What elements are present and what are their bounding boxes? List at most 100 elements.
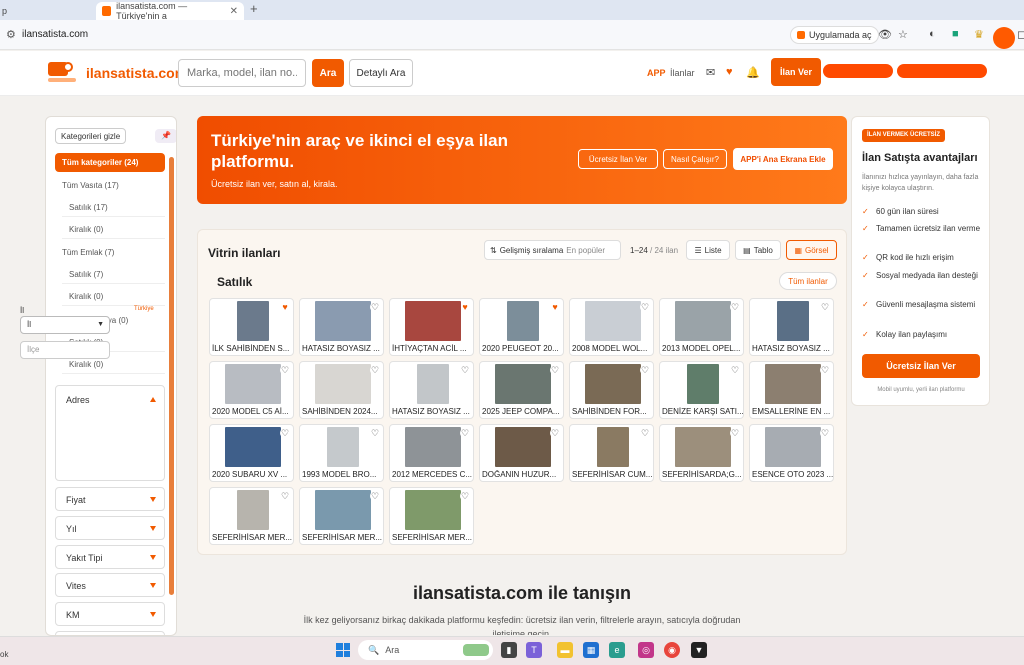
chrome-icon[interactable]: ◉ xyxy=(664,642,680,658)
favorite-heart-icon[interactable]: ♡ xyxy=(640,365,650,375)
listing-card[interactable]: ♡ HATASIZ BOYASIZ ... xyxy=(389,361,474,419)
gear-filter[interactable]: Vites xyxy=(55,573,165,597)
year-filter[interactable]: Yıl xyxy=(55,516,165,540)
favorite-heart-icon[interactable]: ♡ xyxy=(280,491,290,501)
eye-icon[interactable]: 👁 xyxy=(878,28,892,41)
favorite-heart-icon[interactable]: ♡ xyxy=(730,302,740,312)
favorite-heart-icon[interactable]: ♡ xyxy=(370,302,380,312)
category-realestate-sale[interactable]: Satılık (7) xyxy=(62,265,165,284)
windows-start-icon[interactable] xyxy=(336,643,350,657)
favorite-heart-icon[interactable]: ♥ xyxy=(550,302,560,312)
listing-card[interactable]: ♡ 2020 MODEL C5 Aİ... xyxy=(209,361,294,419)
browser-tab-active[interactable]: ilansatista.com — Türkiye'nin a ✕ xyxy=(96,1,244,21)
post-ad-button[interactable]: İlan Ver xyxy=(771,58,821,86)
url-field[interactable]: ilansatista.com xyxy=(22,29,88,40)
favorite-heart-icon[interactable]: ♡ xyxy=(640,302,650,312)
view-table-button[interactable]: ▤ Tablo xyxy=(735,240,781,260)
category-realestate[interactable]: Tüm Emlak (7) xyxy=(55,243,165,262)
km-filter[interactable]: KM xyxy=(55,602,165,626)
browser-profile-avatar[interactable] xyxy=(993,27,1015,49)
free-ad-button[interactable]: Ücretsiz İlan Ver xyxy=(578,149,658,169)
favorite-heart-icon[interactable]: ♡ xyxy=(370,428,380,438)
listing-card[interactable]: ♡ 2008 MODEL WOL... xyxy=(569,298,654,356)
category-vehicles-sale[interactable]: Satılık (17) xyxy=(62,198,165,217)
extension-icon[interactable]: ◐ xyxy=(929,28,936,40)
search-button[interactable]: Ara xyxy=(312,59,344,87)
favorite-heart-icon[interactable]: ♡ xyxy=(820,428,830,438)
chevron-up-icon[interactable] xyxy=(150,397,156,402)
close-tab-icon[interactable]: ✕ xyxy=(230,6,238,17)
free-ad-cta-button[interactable]: Ücretsiz İlan Ver xyxy=(862,354,980,378)
listing-card[interactable]: ♡ SEFERİHİSAR MER... xyxy=(209,487,294,545)
listing-card[interactable]: ♡ SAHİBİNDEN 2024... xyxy=(299,361,384,419)
favorite-heart-icon[interactable]: ♥ xyxy=(460,302,470,312)
listing-card[interactable]: ♥ 2020 PEUGEOT 20... xyxy=(479,298,564,356)
favorite-heart-icon[interactable]: ♡ xyxy=(280,428,290,438)
favorite-heart-icon[interactable]: ♡ xyxy=(550,428,560,438)
listing-card[interactable]: ♡ DOĞANIN HUZUR... xyxy=(479,424,564,482)
view-list-button[interactable]: ☰ Liste xyxy=(686,240,730,260)
listing-card[interactable]: ♡ 1993 MODEL BRO... xyxy=(299,424,384,482)
fuel-filter[interactable]: Yakıt Tipi xyxy=(55,545,165,569)
all-listings-button[interactable]: Tüm ilanlar xyxy=(779,272,837,290)
search-input[interactable] xyxy=(178,59,306,87)
open-in-app-button[interactable]: Uygulamada aç xyxy=(790,26,879,44)
favorite-heart-icon[interactable]: ♡ xyxy=(730,365,740,375)
listing-card[interactable]: ♡ ESENCE OTO 2023 ... xyxy=(749,424,834,482)
task-view-icon[interactable]: ▮ xyxy=(501,642,517,658)
favorite-heart-icon[interactable]: ♡ xyxy=(820,302,830,312)
listings-link[interactable]: İlanlar xyxy=(670,68,695,78)
listing-card[interactable]: ♡ SEFERİHİSAR MER... xyxy=(389,487,474,545)
extension-crown-icon[interactable]: ♛ xyxy=(974,28,984,41)
file-explorer-icon[interactable]: ▬ xyxy=(557,642,573,658)
taskbar-search[interactable]: 🔍 Ara xyxy=(358,640,493,660)
listing-card[interactable]: ♡ DENİZE KARŞI SATI... xyxy=(659,361,744,419)
store-icon[interactable]: ▦ xyxy=(583,642,599,658)
province-select[interactable]: İl ▼ xyxy=(20,316,110,334)
add-app-button[interactable]: APP'i Ana Ekrana Ekle xyxy=(733,148,833,170)
district-input[interactable]: İlçe xyxy=(20,341,110,359)
extensions-puzzle-icon[interactable]: ◻ xyxy=(1017,28,1024,41)
extension-grammar-icon[interactable]: ■ xyxy=(952,28,959,40)
sidebar-scrollbar[interactable] xyxy=(169,157,174,595)
edge-icon[interactable]: e xyxy=(609,642,625,658)
view-grid-button[interactable]: ▦ Görsel xyxy=(786,240,837,260)
bookmark-star-icon[interactable]: ☆ xyxy=(898,28,908,41)
category-vehicles[interactable]: Tüm Vasıta (17) xyxy=(55,176,165,195)
listing-card[interactable]: ♡ SEFERİHİSARDA;G... xyxy=(659,424,744,482)
sort-button[interactable]: ⇅ Gelişmiş sıralama En popüler xyxy=(484,240,621,260)
instagram-icon[interactable]: ◎ xyxy=(638,642,654,658)
detailed-search-button[interactable]: Detaylı Ara xyxy=(349,59,413,87)
listing-card[interactable]: ♡ SAHİBİNDEN FOR... xyxy=(569,361,654,419)
user-menu[interactable] xyxy=(823,64,893,78)
favorite-heart-icon[interactable]: ♡ xyxy=(370,365,380,375)
app-link[interactable]: APP xyxy=(647,68,666,78)
hide-categories-button[interactable]: Kategorileri gizle xyxy=(55,128,127,144)
how-it-works-button[interactable]: Nasıl Çalışır? xyxy=(663,149,727,169)
pin-icon[interactable]: 📌 xyxy=(155,129,176,143)
logo-icon[interactable] xyxy=(46,60,78,84)
favorite-heart-icon[interactable]: ♡ xyxy=(460,365,470,375)
favorite-heart-icon[interactable]: ♡ xyxy=(460,491,470,501)
favorite-heart-icon[interactable]: ♡ xyxy=(460,428,470,438)
listing-card[interactable]: ♡ 2012 MERCEDES C... xyxy=(389,424,474,482)
listing-card[interactable]: ♡ 2013 MODEL OPEL... xyxy=(659,298,744,356)
category-vehicles-rent[interactable]: Kiralık (0) xyxy=(62,220,165,239)
category-all[interactable]: Tüm kategoriler (24) xyxy=(55,153,165,172)
favorite-heart-icon[interactable]: ♡ xyxy=(550,365,560,375)
logo-text[interactable]: ilansatista.com xyxy=(86,65,187,81)
listing-card[interactable]: ♡ 2025 JEEP COMPA... xyxy=(479,361,564,419)
favorite-heart-icon[interactable]: ♡ xyxy=(640,428,650,438)
listing-card[interactable]: ♡ SEFERİHİSAR MER... xyxy=(299,487,384,545)
browser-tab-previous[interactable]: p xyxy=(0,2,90,20)
listing-card[interactable]: ♡ 2020 SUBARU XV ... xyxy=(209,424,294,482)
favorite-heart-icon[interactable]: ♡ xyxy=(370,491,380,501)
favorite-heart-icon[interactable]: ♡ xyxy=(280,365,290,375)
mail-icon[interactable]: ✉ xyxy=(706,66,715,79)
listing-card[interactable]: ♡ HATASIZ BOYASIZ ... xyxy=(299,298,384,356)
teams-icon[interactable]: T xyxy=(526,642,542,658)
listing-card[interactable]: ♡ HATASIZ BOYASIZ ... xyxy=(749,298,834,356)
address-filter-title[interactable]: Adres xyxy=(66,395,90,405)
listing-card[interactable]: ♡ SEFERİHİSAR CUM... xyxy=(569,424,654,482)
heart-icon[interactable]: ♥ xyxy=(726,66,733,78)
